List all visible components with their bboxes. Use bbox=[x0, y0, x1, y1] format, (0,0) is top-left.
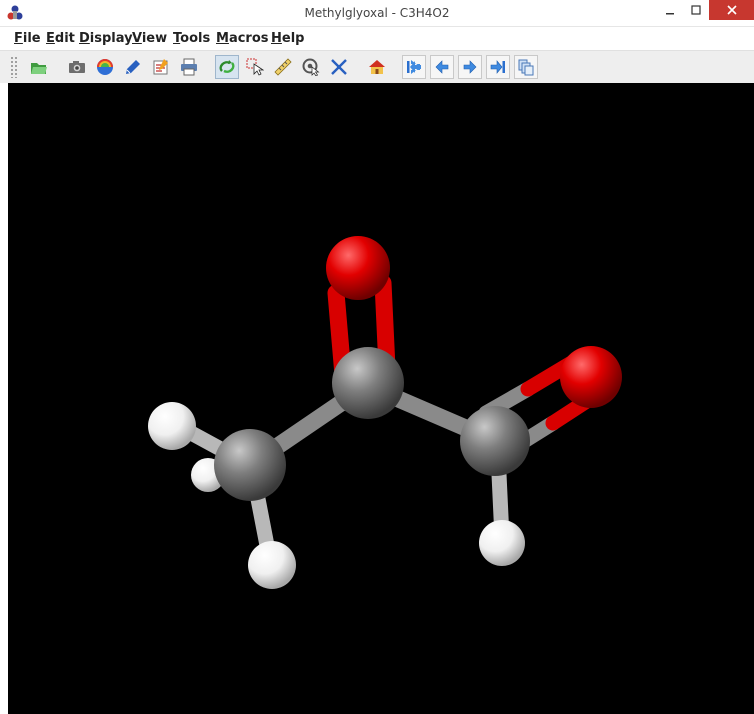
toolbar bbox=[0, 50, 754, 83]
print-button[interactable] bbox=[177, 55, 201, 79]
crosshair-icon bbox=[331, 59, 347, 75]
menu-view-accelerator: V bbox=[132, 31, 142, 46]
menu-help-label: elp bbox=[281, 31, 305, 46]
translate-button[interactable] bbox=[327, 55, 351, 79]
menu-view[interactable]: View bbox=[132, 31, 167, 46]
molecule-render bbox=[148, 236, 622, 589]
maximize-icon bbox=[691, 5, 701, 15]
minimize-button[interactable] bbox=[657, 0, 683, 20]
menu-file[interactable]: File bbox=[14, 31, 41, 46]
editor-icon bbox=[153, 59, 168, 75]
povray-button[interactable] bbox=[93, 55, 117, 79]
pick-center-button[interactable] bbox=[299, 55, 323, 79]
atom-aldehyde-oxygen bbox=[560, 346, 622, 408]
copy-icon bbox=[518, 59, 534, 76]
title-bar: Methylglyoxal - C3H4O2 bbox=[0, 0, 754, 27]
atom-aldehyde-hydrogen bbox=[479, 520, 525, 566]
close-button[interactable] bbox=[709, 0, 754, 20]
rotate-button[interactable] bbox=[215, 55, 239, 79]
window-title: Methylglyoxal - C3H4O2 bbox=[304, 6, 450, 20]
menu-help[interactable]: Help bbox=[271, 31, 304, 46]
select-cursor-icon bbox=[246, 58, 264, 76]
first-frame-icon bbox=[407, 60, 421, 74]
window-controls bbox=[657, 0, 754, 20]
menu-tools-label: ools bbox=[180, 31, 211, 46]
printer-icon bbox=[181, 58, 197, 76]
atom-methyl-carbon bbox=[214, 429, 286, 501]
menu-edit[interactable]: Edit bbox=[46, 31, 75, 46]
menu-help-accelerator: H bbox=[271, 31, 282, 46]
atom-methyl-hydrogen-bottom bbox=[248, 541, 296, 589]
atom-methyl-hydrogen-left bbox=[148, 402, 196, 450]
last-frame-button[interactable] bbox=[486, 55, 510, 79]
maximize-button[interactable] bbox=[683, 0, 709, 20]
next-frame-button[interactable] bbox=[458, 55, 482, 79]
menu-edit-label: dit bbox=[54, 31, 75, 46]
menu-edit-accelerator: E bbox=[46, 31, 55, 46]
center-icon bbox=[302, 58, 320, 76]
copy-frames-button[interactable] bbox=[514, 55, 538, 79]
molecule-viewport[interactable] bbox=[8, 83, 754, 714]
menu-tools[interactable]: Tools bbox=[173, 31, 210, 46]
menu-macros-label: acros bbox=[228, 31, 269, 46]
edit-script-button[interactable] bbox=[149, 55, 173, 79]
ruler-icon bbox=[274, 58, 292, 76]
pick-button[interactable] bbox=[243, 55, 267, 79]
camera-icon bbox=[69, 61, 85, 73]
menu-macros-accelerator: M bbox=[216, 31, 229, 46]
rainbow-globe-icon bbox=[97, 59, 113, 75]
menu-bar: File Edit Display View Tools Macros Help bbox=[0, 27, 754, 50]
menu-display[interactable]: Display bbox=[79, 31, 133, 46]
first-frame-button[interactable] bbox=[402, 55, 426, 79]
menu-file-accelerator: F bbox=[14, 31, 23, 46]
close-icon bbox=[726, 5, 737, 15]
home-button[interactable] bbox=[365, 55, 389, 79]
home-icon bbox=[369, 60, 385, 74]
menu-macros[interactable]: Macros bbox=[216, 31, 269, 46]
menu-display-label: isplay bbox=[89, 31, 133, 46]
measure-button[interactable] bbox=[271, 55, 295, 79]
next-frame-icon bbox=[463, 60, 477, 74]
previous-frame-button[interactable] bbox=[430, 55, 454, 79]
pen-icon bbox=[126, 60, 140, 74]
folder-open-icon bbox=[31, 63, 47, 74]
minimize-icon bbox=[666, 13, 674, 15]
atom-ketone-oxygen bbox=[326, 236, 390, 300]
menu-file-label: ile bbox=[22, 31, 41, 46]
rotate-icon bbox=[219, 60, 235, 73]
open-file-button[interactable] bbox=[27, 55, 51, 79]
script-console-button[interactable] bbox=[121, 55, 145, 79]
export-image-button[interactable] bbox=[65, 55, 89, 79]
menu-view-label: iew bbox=[141, 31, 168, 46]
toolbar-grip-handle[interactable] bbox=[10, 56, 18, 78]
previous-frame-icon bbox=[435, 60, 449, 74]
atom-aldehyde-carbon bbox=[460, 406, 530, 476]
menu-display-accelerator: D bbox=[79, 31, 90, 46]
last-frame-icon bbox=[490, 60, 505, 74]
atom-carbonyl-carbon bbox=[332, 347, 404, 419]
